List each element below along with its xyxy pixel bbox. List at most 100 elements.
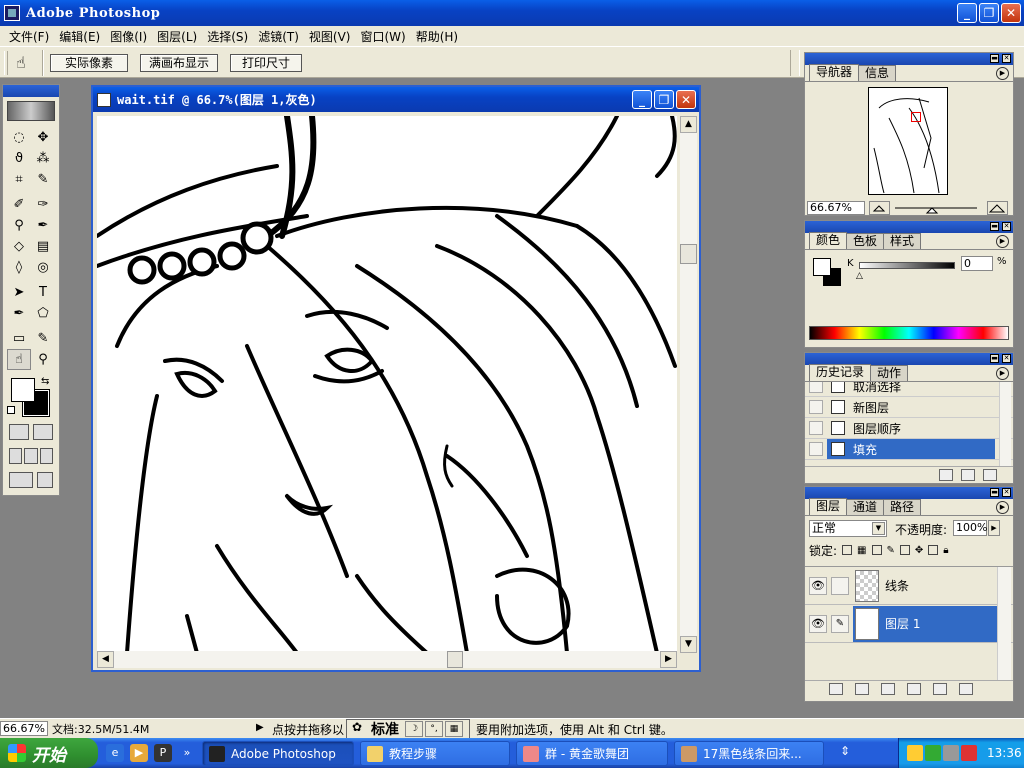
lock-position-checkbox[interactable] bbox=[899, 545, 910, 555]
lock-all-checkbox[interactable] bbox=[928, 545, 939, 555]
navigator-view-box[interactable] bbox=[911, 112, 921, 122]
k-slider-thumb-icon[interactable]: △ bbox=[856, 271, 863, 281]
horizontal-scrollbar[interactable]: ◀ ▶ bbox=[97, 651, 677, 668]
screen-mode-full-icon[interactable] bbox=[39, 448, 53, 464]
brush-tool-icon[interactable]: ✑ bbox=[31, 194, 55, 215]
vertical-scroll-thumb[interactable] bbox=[680, 244, 697, 264]
hand-tool-icon[interactable]: ☝ bbox=[7, 349, 31, 370]
tab-styles[interactable]: 样式 bbox=[883, 233, 922, 249]
status-doc-size[interactable]: 文档:32.5M/51.4M bbox=[52, 721, 149, 737]
layer-row-selected[interactable]: 👁︎ ✎ 图层 1 bbox=[805, 605, 1013, 643]
marquee-tool-icon[interactable]: ◌ bbox=[7, 127, 31, 148]
network-tray-icon[interactable] bbox=[925, 745, 941, 761]
toolbox-header[interactable] bbox=[3, 85, 59, 97]
doc-minimize-button[interactable]: _ bbox=[632, 90, 652, 109]
options-grip[interactable] bbox=[4, 51, 8, 75]
history-brush-icon[interactable]: ✒ bbox=[31, 215, 55, 236]
palette-minimize-icon[interactable]: ▬ bbox=[990, 354, 999, 363]
start-button[interactable]: 开始 bbox=[0, 738, 98, 768]
magic-wand-icon[interactable]: ⁂ bbox=[31, 148, 55, 169]
color-ramp[interactable] bbox=[809, 326, 1009, 340]
screen-mode-full-menu-icon[interactable] bbox=[24, 448, 38, 464]
volume-tray-icon[interactable] bbox=[943, 745, 959, 761]
ime-punctuation-icon[interactable]: °, bbox=[425, 721, 443, 737]
blend-mode-select[interactable]: 正常 ▼ bbox=[809, 520, 887, 537]
doc-close-button[interactable]: ✕ bbox=[676, 90, 696, 109]
history-source-checkbox[interactable] bbox=[809, 442, 823, 456]
document-canvas[interactable] bbox=[97, 116, 677, 653]
menu-view[interactable]: 视图(V) bbox=[304, 28, 356, 45]
restore-button[interactable]: ❐ bbox=[979, 3, 999, 23]
shape-tool-icon[interactable]: ⬠ bbox=[31, 303, 55, 324]
taskbar-item-folder[interactable]: 教程步骤 bbox=[360, 741, 510, 766]
tab-swatches[interactable]: 色板 bbox=[846, 233, 885, 249]
gradient-tool-icon[interactable]: ▤ bbox=[31, 236, 55, 257]
palette-close-icon[interactable]: ✕ bbox=[1002, 354, 1011, 363]
palette-menu-icon[interactable]: ▶ bbox=[996, 367, 1009, 380]
layer-row[interactable]: 👁︎ 线条 bbox=[805, 567, 1013, 605]
menu-file[interactable]: 文件(F) bbox=[4, 28, 54, 45]
screen-mode-standard-icon[interactable] bbox=[9, 448, 23, 464]
antivirus-tray-icon[interactable] bbox=[961, 745, 977, 761]
slice-tool-icon[interactable]: ✎ bbox=[31, 169, 55, 190]
menu-image[interactable]: 图像(I) bbox=[105, 28, 152, 45]
chevron-down-icon[interactable]: ▼ bbox=[872, 522, 885, 535]
pen-tool-icon[interactable]: ✒ bbox=[7, 303, 31, 324]
ime-keyboard-icon[interactable]: ▦ bbox=[445, 721, 463, 737]
new-layer-icon[interactable] bbox=[933, 682, 947, 695]
tab-paths[interactable]: 路径 bbox=[883, 499, 922, 515]
layer-mask-icon[interactable] bbox=[855, 682, 869, 695]
layer-link-box[interactable] bbox=[831, 576, 849, 595]
photoshop-quick-icon[interactable]: P bbox=[154, 744, 172, 762]
tab-color[interactable]: 颜色 bbox=[809, 232, 848, 249]
ime-logo-icon[interactable]: ✿ bbox=[347, 720, 367, 738]
swap-colors-icon[interactable]: ⇆ bbox=[41, 376, 49, 387]
clone-stamp-icon[interactable]: ⚲ bbox=[7, 215, 31, 236]
crop-tool-icon[interactable]: ⌗ bbox=[7, 169, 31, 190]
history-scrollbar[interactable] bbox=[999, 382, 1011, 466]
history-source-checkbox[interactable] bbox=[809, 382, 823, 393]
lock-transparency-checkbox[interactable] bbox=[842, 545, 853, 555]
hand-icon[interactable]: ☝ bbox=[16, 53, 26, 72]
document-titlebar[interactable]: wait.tif @ 66.7%(图层 1,灰色) _ ❐ ✕ bbox=[93, 87, 699, 112]
menu-window[interactable]: 窗口(W) bbox=[355, 28, 410, 45]
palette-close-icon[interactable]: ✕ bbox=[1002, 222, 1011, 231]
navigator-preview[interactable] bbox=[868, 87, 948, 195]
close-button[interactable]: ✕ bbox=[1001, 3, 1021, 23]
layer-style-icon[interactable] bbox=[829, 682, 843, 695]
menu-select[interactable]: 选择(S) bbox=[202, 28, 253, 45]
type-tool-icon[interactable]: T bbox=[31, 282, 55, 303]
taskbar-item-document[interactable]: 17黑色线条回来... bbox=[674, 741, 824, 766]
horizontal-scroll-thumb[interactable] bbox=[447, 651, 463, 668]
scroll-left-icon[interactable]: ◀ bbox=[97, 651, 114, 668]
minimize-button[interactable]: _ bbox=[957, 3, 977, 23]
standard-mode-icon[interactable] bbox=[9, 424, 29, 440]
palette-minimize-icon[interactable]: ▬ bbox=[990, 54, 999, 63]
imageready-icon[interactable] bbox=[37, 472, 53, 488]
history-item[interactable]: 取消选择 bbox=[805, 382, 1013, 397]
menu-filter[interactable]: 滤镜(T) bbox=[253, 28, 304, 45]
quick-launch-more-icon[interactable]: » bbox=[178, 744, 196, 762]
tab-layers[interactable]: 图层 bbox=[809, 498, 848, 515]
zoom-tool-icon[interactable]: ⚲ bbox=[31, 349, 55, 370]
fit-screen-button[interactable]: 满画布显示 bbox=[140, 54, 218, 72]
eyedropper-icon[interactable]: ✎ bbox=[31, 328, 55, 349]
doc-maximize-button[interactable]: ❐ bbox=[654, 90, 674, 109]
eye-icon[interactable]: 👁︎ bbox=[809, 614, 827, 633]
palette-close-icon[interactable]: ✕ bbox=[1002, 488, 1011, 497]
k-slider-track[interactable] bbox=[859, 262, 955, 269]
delete-state-icon[interactable] bbox=[983, 468, 997, 481]
vertical-scrollbar[interactable]: ▲ ▼ bbox=[680, 116, 697, 653]
scroll-up-icon[interactable]: ▲ bbox=[680, 116, 697, 133]
palette-menu-icon[interactable]: ▶ bbox=[996, 235, 1009, 248]
tab-info[interactable]: 信息 bbox=[858, 65, 897, 81]
status-zoom-field[interactable]: 66.67% bbox=[0, 721, 48, 736]
scroll-right-icon[interactable]: ▶ bbox=[660, 651, 677, 668]
status-menu-arrow-icon[interactable]: ▶ bbox=[256, 722, 264, 733]
tab-navigator[interactable]: 导航器 bbox=[809, 64, 860, 81]
palette-minimize-icon[interactable]: ▬ bbox=[990, 488, 999, 497]
taskbar-item-photoshop[interactable]: Adobe Photoshop bbox=[202, 741, 354, 766]
tab-history[interactable]: 历史记录 bbox=[809, 364, 872, 381]
k-value-field[interactable]: 0 bbox=[961, 256, 993, 271]
foreground-color[interactable] bbox=[11, 378, 35, 402]
